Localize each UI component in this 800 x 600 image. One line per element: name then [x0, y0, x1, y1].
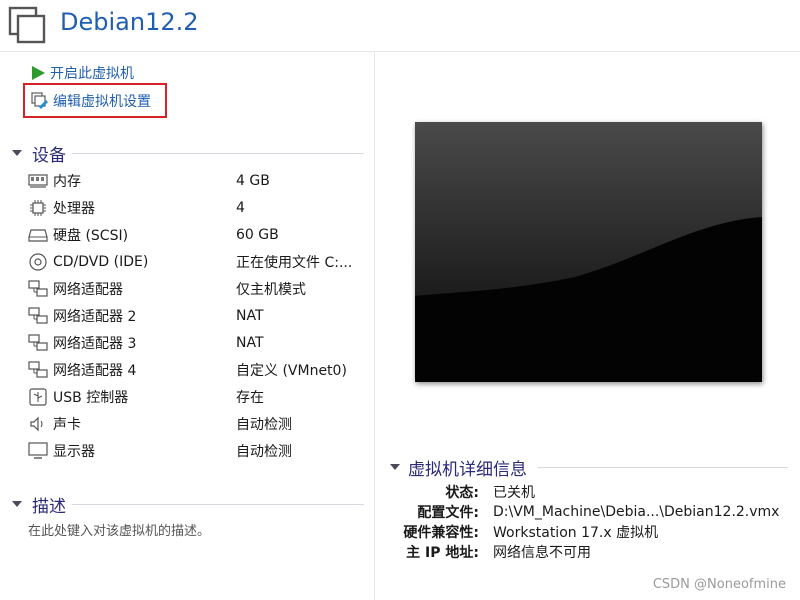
detail-key: 配置文件: [417, 505, 479, 521]
detail-key: 状态: [445, 485, 479, 501]
device-row-network-adapter-4[interactable]: 网络适配器 4 自定义 (VMnet0) [28, 356, 368, 383]
devices-section-title: 设备 [32, 145, 66, 166]
description-section-toggle[interactable]: 描述 [12, 492, 66, 517]
play-icon [32, 66, 45, 80]
vm-title: Debian12.2 [60, 8, 199, 36]
device-name: 网络适配器 [53, 281, 123, 298]
device-row-hard-disk[interactable]: 硬盘 (SCSI) 60 GB [28, 221, 368, 248]
divider [538, 467, 788, 468]
device-value: NAT [236, 307, 264, 324]
vm-details-section-toggle[interactable]: 虚拟机详细信息 [390, 455, 527, 480]
power-on-vm-label: 开启此虚拟机 [50, 66, 134, 82]
description-section-title: 描述 [32, 496, 66, 517]
device-name: 硬盘 (SCSI) [53, 227, 129, 244]
detail-value: 已关机 [493, 485, 535, 501]
edit-settings-icon [31, 91, 48, 109]
device-row-display[interactable]: 显示器 自动检测 [28, 437, 368, 464]
device-row-sound-card[interactable]: 声卡 自动检测 [28, 410, 368, 437]
edit-vm-settings-button[interactable]: 编辑虚拟机设置 [23, 83, 167, 118]
detail-key: 硬件兼容性: [403, 525, 479, 541]
vm-preview-thumbnail[interactable] [415, 122, 762, 382]
hard-disk-icon [28, 225, 48, 245]
divider [72, 504, 364, 505]
vm-details-section-title: 虚拟机详细信息 [408, 459, 527, 480]
device-row-network-adapter-2[interactable]: 网络适配器 2 NAT [28, 302, 368, 329]
device-value: 仅主机模式 [236, 281, 306, 298]
network-adapter-icon [28, 333, 48, 353]
detail-key: 主 IP 地址: [406, 545, 479, 561]
device-name: CD/DVD (IDE) [53, 253, 149, 270]
memory-icon [28, 171, 48, 191]
device-name: 处理器 [53, 200, 95, 217]
device-value: 自动检测 [236, 443, 292, 460]
device-row-network-adapter[interactable]: 网络适配器 仅主机模式 [28, 275, 368, 302]
device-row-memory[interactable]: 内存 4 GB [28, 167, 368, 194]
sound-card-icon [28, 414, 48, 434]
device-name: 内存 [53, 173, 81, 190]
vm-screen-preview [415, 122, 762, 382]
power-on-vm-button[interactable]: 开启此虚拟机 [30, 62, 134, 84]
edit-vm-settings-label: 编辑虚拟机设置 [53, 93, 151, 110]
collapse-triangle-icon [390, 464, 400, 470]
detail-value: D:\VM_Machine\Debia...\Debian12.2.vmx [493, 504, 780, 520]
device-value: NAT [236, 334, 264, 351]
network-adapter-icon [28, 306, 48, 326]
devices-section-toggle[interactable]: 设备 [12, 141, 66, 166]
processor-icon [28, 198, 48, 218]
left-pane: 开启此虚拟机 编辑虚拟机设置 设备 内存 4 GB 处理器 4 硬盘 (SCSI… [0, 53, 375, 600]
detail-value: Workstation 17.x 虚拟机 [493, 525, 659, 541]
device-name: 显示器 [53, 443, 95, 460]
device-row-cd-dvd[interactable]: CD/DVD (IDE) 正在使用文件 C:... [28, 248, 368, 275]
device-value: 自动检测 [236, 416, 292, 433]
detail-value: 网络信息不可用 [493, 545, 591, 561]
device-name: 网络适配器 2 [53, 308, 137, 325]
usb-icon [28, 387, 48, 407]
display-icon [28, 441, 48, 461]
collapse-triangle-icon [12, 501, 22, 507]
divider [72, 153, 364, 154]
device-value: 60 GB [236, 226, 279, 243]
device-value: 4 GB [236, 172, 270, 189]
network-adapter-icon [28, 279, 48, 299]
title-bar: Debian12.2 [0, 0, 800, 52]
device-value: 正在使用文件 C:... [236, 254, 353, 271]
device-value: 存在 [236, 389, 264, 406]
watermark: CSDN @Noneofmine [652, 577, 786, 592]
device-name: 网络适配器 3 [53, 335, 137, 352]
device-value: 自定义 (VMnet0) [236, 362, 347, 379]
device-row-processor[interactable]: 处理器 4 [28, 194, 368, 221]
device-name: 声卡 [53, 416, 81, 433]
collapse-triangle-icon [12, 150, 22, 156]
virtual-machine-icon [8, 6, 46, 44]
network-adapter-icon [28, 360, 48, 380]
device-name: USB 控制器 [53, 389, 129, 406]
device-row-usb-controller[interactable]: USB 控制器 存在 [28, 383, 368, 410]
device-row-network-adapter-3[interactable]: 网络适配器 3 NAT [28, 329, 368, 356]
device-value: 4 [236, 199, 245, 216]
cd-dvd-icon [28, 252, 48, 272]
description-input[interactable]: 在此处键入对该虚拟机的描述。 [28, 520, 210, 539]
device-name: 网络适配器 4 [53, 362, 137, 379]
